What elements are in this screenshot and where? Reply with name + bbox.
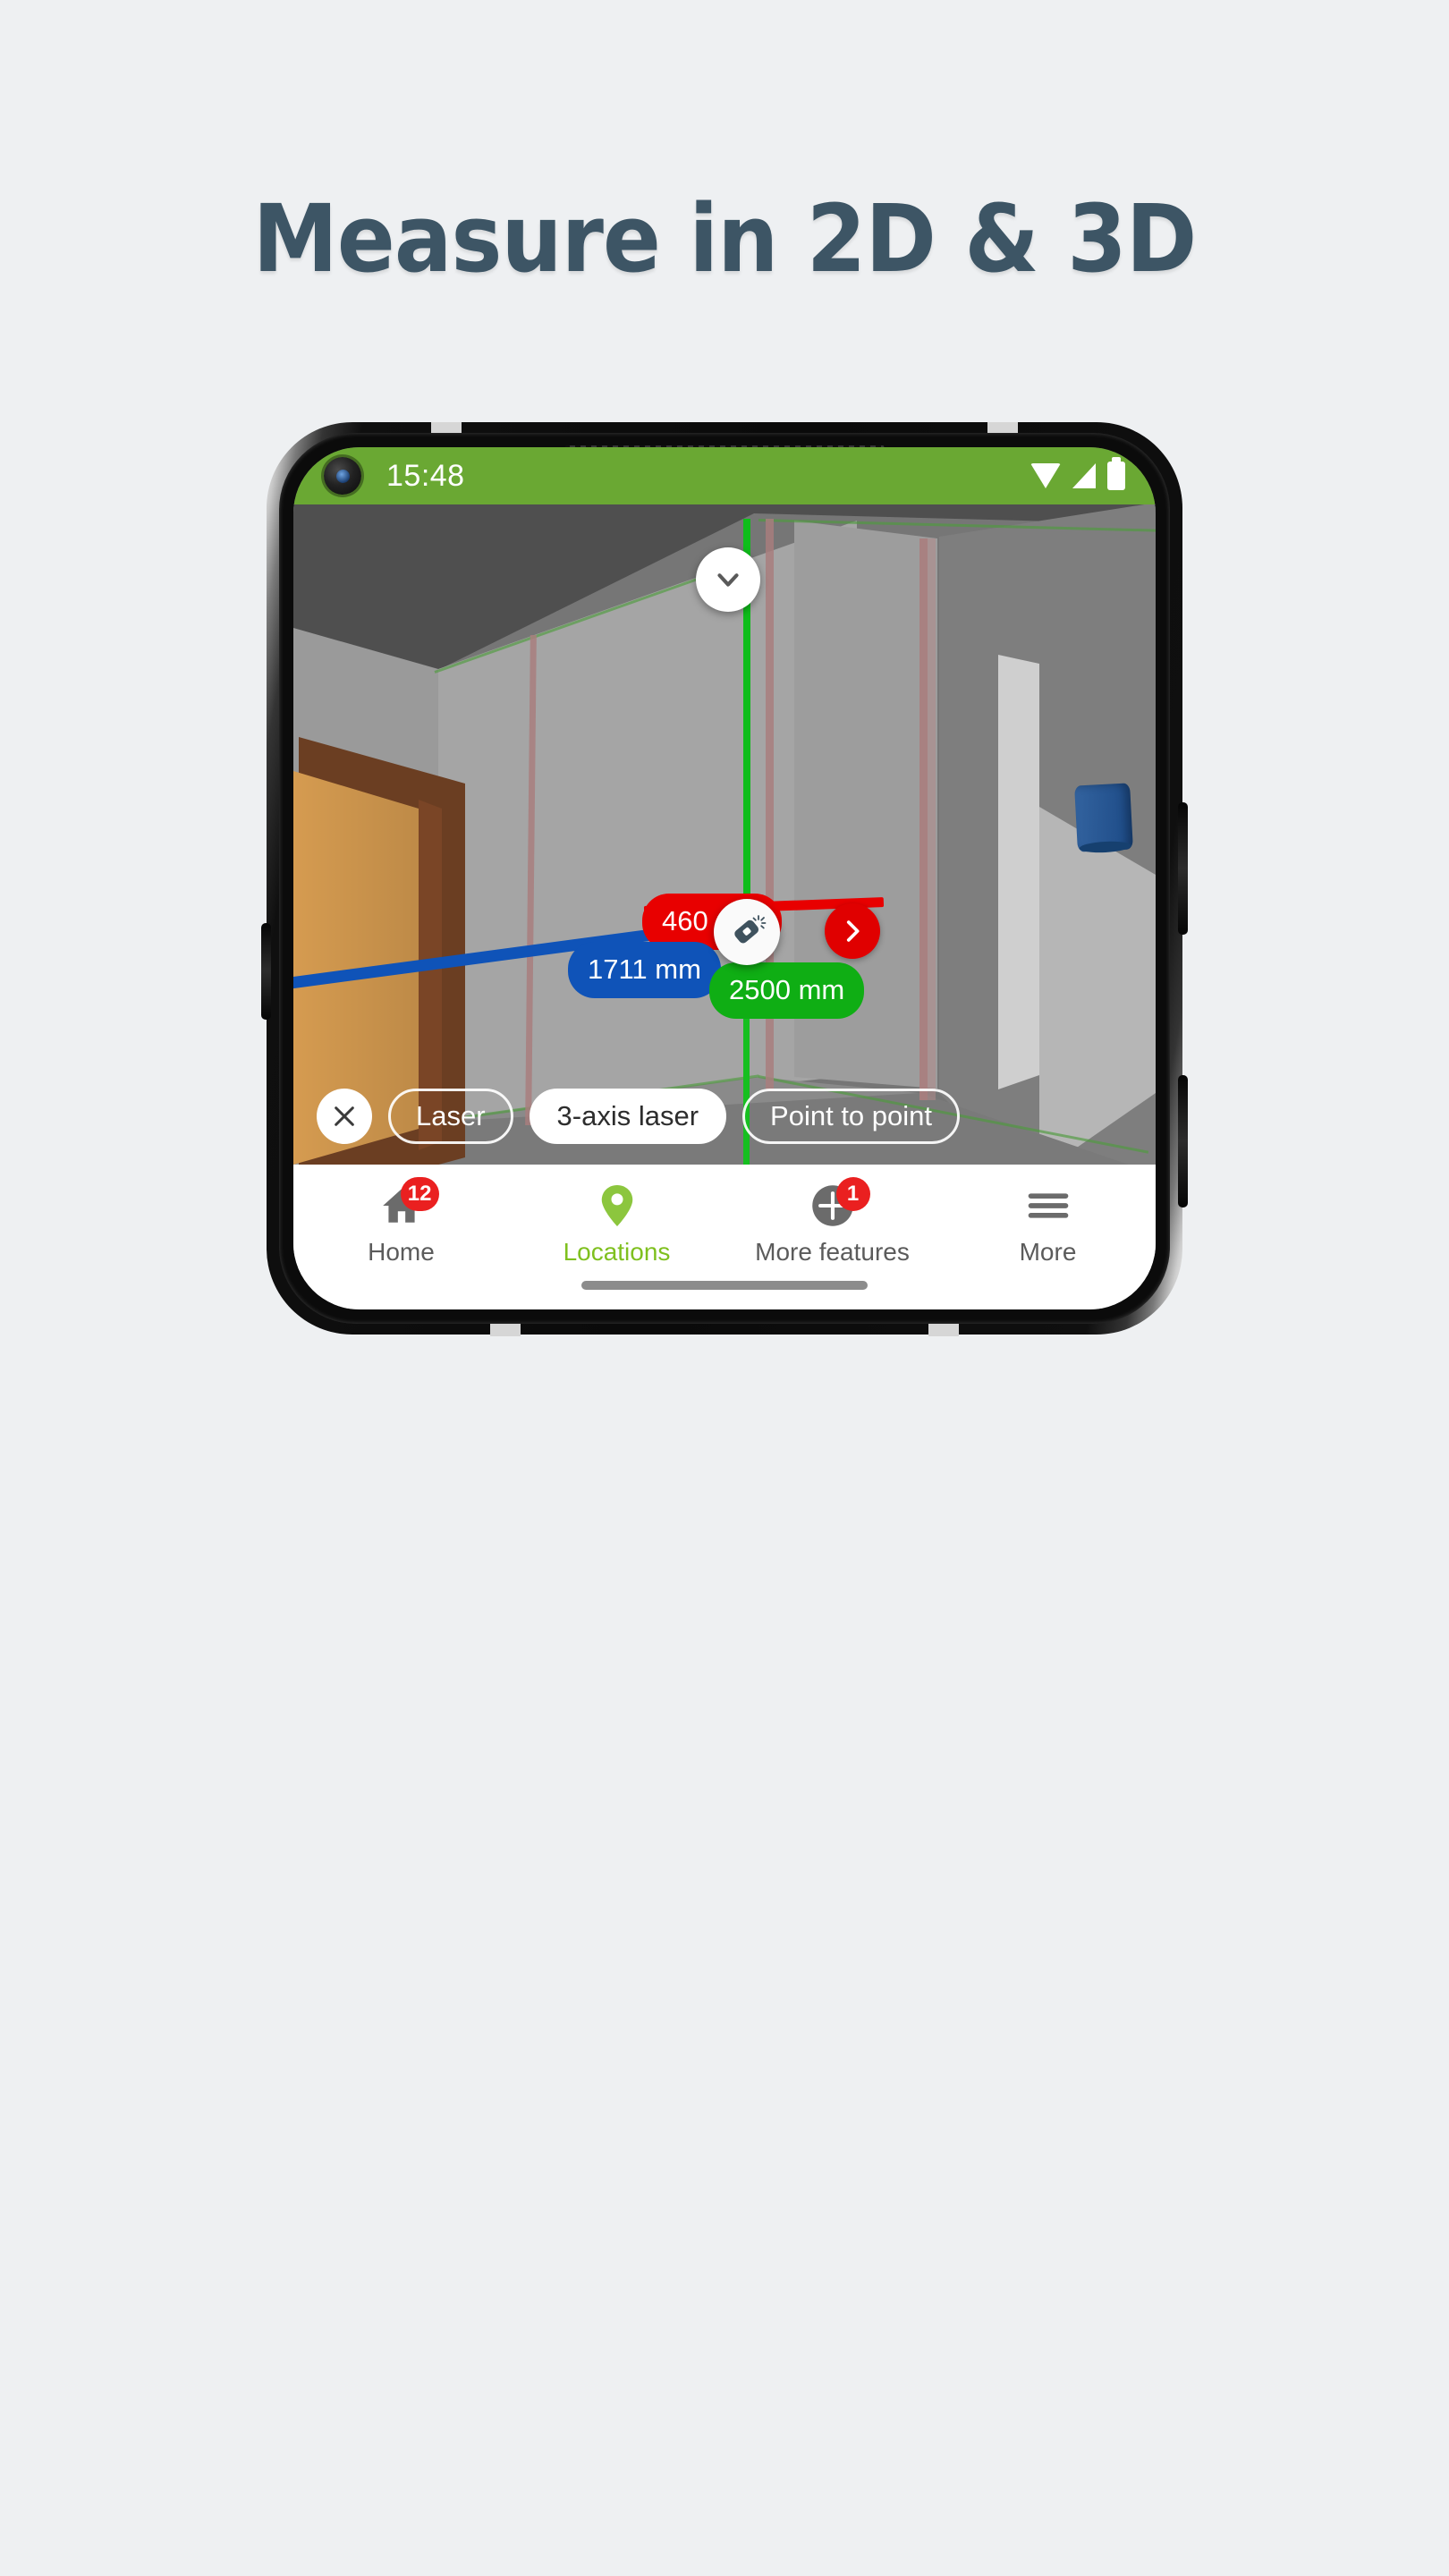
phone-volume-button[interactable] <box>1178 802 1188 935</box>
map-pin-icon-wrapper <box>589 1181 646 1231</box>
nav-label-locations: Locations <box>563 1238 671 1266</box>
map-pin-icon <box>601 1185 632 1226</box>
measure-mode-chipbar: Laser 3-axis laser Point to point <box>293 1068 1156 1165</box>
measurement-label-height[interactable]: 2500 mm <box>709 962 865 1019</box>
battery-icon <box>1107 457 1125 490</box>
nav-item-locations[interactable]: Locations <box>509 1165 724 1267</box>
status-bar: 15:48 <box>293 447 1156 504</box>
blue-wall-object <box>1074 783 1133 852</box>
chevron-down-icon <box>717 573 739 587</box>
more-features-badge: 1 <box>835 1177 870 1211</box>
collapse-top-button[interactable] <box>696 547 760 612</box>
status-bar-icons <box>1030 457 1125 490</box>
wall-seam-3 <box>919 538 928 1100</box>
phone-power-button[interactable] <box>1178 1075 1188 1208</box>
wifi-icon <box>1030 463 1061 488</box>
nav-item-more[interactable]: More <box>940 1165 1156 1267</box>
chevron-right-icon <box>846 920 860 942</box>
close-button[interactable] <box>317 1089 372 1144</box>
punch-hole-camera-icon <box>324 457 361 495</box>
cell-signal-icon <box>1072 463 1096 488</box>
nav-item-home[interactable]: 12 Home <box>293 1165 509 1267</box>
home-icon-wrapper: 12 <box>373 1177 439 1231</box>
chip-laser[interactable]: Laser <box>388 1089 513 1144</box>
hamburger-menu-icon <box>1028 1193 1068 1218</box>
next-measurement-button[interactable] <box>825 903 880 959</box>
laser-distance-meter-icon[interactable] <box>714 899 780 965</box>
hamburger-menu-icon-wrapper <box>1020 1181 1077 1231</box>
nav-label-more-features: More features <box>755 1238 910 1266</box>
page-title: Measure in 2D & 3D <box>252 184 1198 293</box>
antenna-band-bottom-right <box>928 1322 959 1336</box>
phone-mockup: 15:48 460 mm 1711 mm 2500 mm Laser 3-axi… <box>261 422 1188 1336</box>
measurement-label-width[interactable]: 1711 mm <box>568 942 721 998</box>
gesture-navigation-handle[interactable] <box>581 1281 868 1290</box>
chip-point-to-point[interactable]: Point to point <box>742 1089 961 1144</box>
nav-label-home: Home <box>368 1238 435 1266</box>
nav-label-more: More <box>1019 1238 1077 1266</box>
home-badge: 12 <box>400 1177 439 1211</box>
antenna-band-bottom-left <box>490 1322 521 1336</box>
status-bar-clock: 15:48 <box>386 458 465 493</box>
phone-side-button-left[interactable] <box>261 923 271 1020</box>
nav-item-more-features[interactable]: 1 More features <box>724 1165 940 1267</box>
close-icon <box>335 1106 354 1126</box>
phone-screen: 15:48 460 mm 1711 mm 2500 mm Laser 3-axi… <box>293 447 1156 1309</box>
plus-circle-icon-wrapper: 1 <box>804 1177 870 1231</box>
bottom-navigation-bar: 12 Home Locations 1 More features More <box>293 1165 1156 1309</box>
chip-3-axis-laser[interactable]: 3-axis laser <box>529 1089 727 1144</box>
